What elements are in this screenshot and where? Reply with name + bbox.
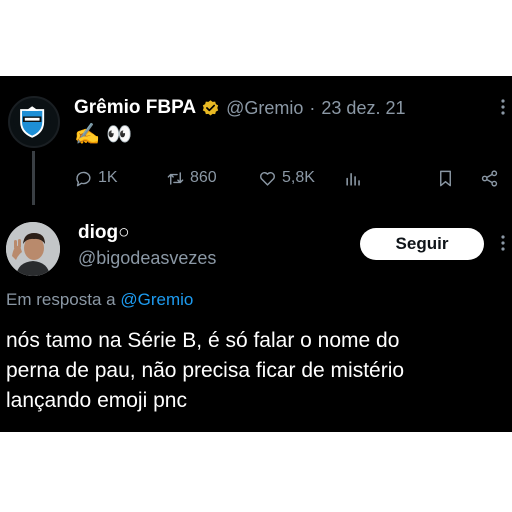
verified-badge-icon: [202, 99, 219, 116]
bookmark-button[interactable]: [436, 166, 460, 190]
gremio-avatar[interactable]: [8, 96, 60, 148]
author-name[interactable]: Grêmio FBPA: [74, 97, 196, 119]
eyes-emoji: 👀: [106, 123, 133, 146]
diogo-avatar[interactable]: [6, 222, 60, 276]
retweet-button[interactable]: 860: [166, 166, 217, 190]
parent-tweet-header: Grêmio FBPA @Gremio · 23 dez. 21: [74, 96, 405, 120]
share-icon: [481, 169, 498, 187]
action-bar: 1K 860 5,8K: [74, 166, 504, 190]
name-emoji: ○: [118, 222, 130, 243]
gremio-crest-icon: [13, 101, 51, 139]
reply-button[interactable]: 1K: [74, 166, 118, 190]
share-button[interactable]: [480, 166, 504, 190]
author-handle[interactable]: @Gremio: [226, 98, 303, 119]
reply-tweet-text: nós tamo na Série B, é só falar o nome d…: [6, 329, 405, 412]
reply-author-handle[interactable]: @bigodeasvezes: [78, 248, 216, 269]
thread-connector-line: [32, 151, 35, 205]
heart-icon: [260, 171, 275, 186]
writing-hand-emoji: ✍️: [74, 123, 101, 146]
reply-author-name-text: diog: [78, 222, 119, 243]
bookmark-icon: [440, 170, 451, 186]
retweet-count: 860: [190, 169, 217, 186]
user-photo-icon: [6, 222, 60, 276]
like-count: 5,8K: [282, 169, 315, 186]
like-button[interactable]: 5,8K: [258, 166, 315, 190]
reply-icon: [76, 171, 91, 186]
reply-author-name[interactable]: diog○: [78, 222, 130, 244]
reply-more-options-icon[interactable]: [500, 234, 506, 252]
replying-prefix: Em resposta a: [6, 290, 116, 309]
replying-mention-link[interactable]: @Gremio: [120, 290, 193, 309]
follow-button[interactable]: Seguir: [360, 228, 484, 260]
tweet-content: ✍️ 👀: [74, 122, 132, 148]
analytics-icon: [346, 172, 360, 186]
tweet-date[interactable]: 23 dez. 21: [321, 98, 405, 119]
views-button[interactable]: [344, 166, 368, 190]
separator-dot: ·: [309, 97, 316, 118]
replying-to-label: Em resposta a @Gremio: [6, 290, 193, 310]
retweet-icon: [167, 171, 184, 185]
reply-count: 1K: [98, 169, 118, 186]
more-options-icon[interactable]: [500, 98, 506, 116]
tweet-screenshot: Grêmio FBPA @Gremio · 23 dez. 21 ✍️ 👀 1K…: [0, 76, 512, 432]
